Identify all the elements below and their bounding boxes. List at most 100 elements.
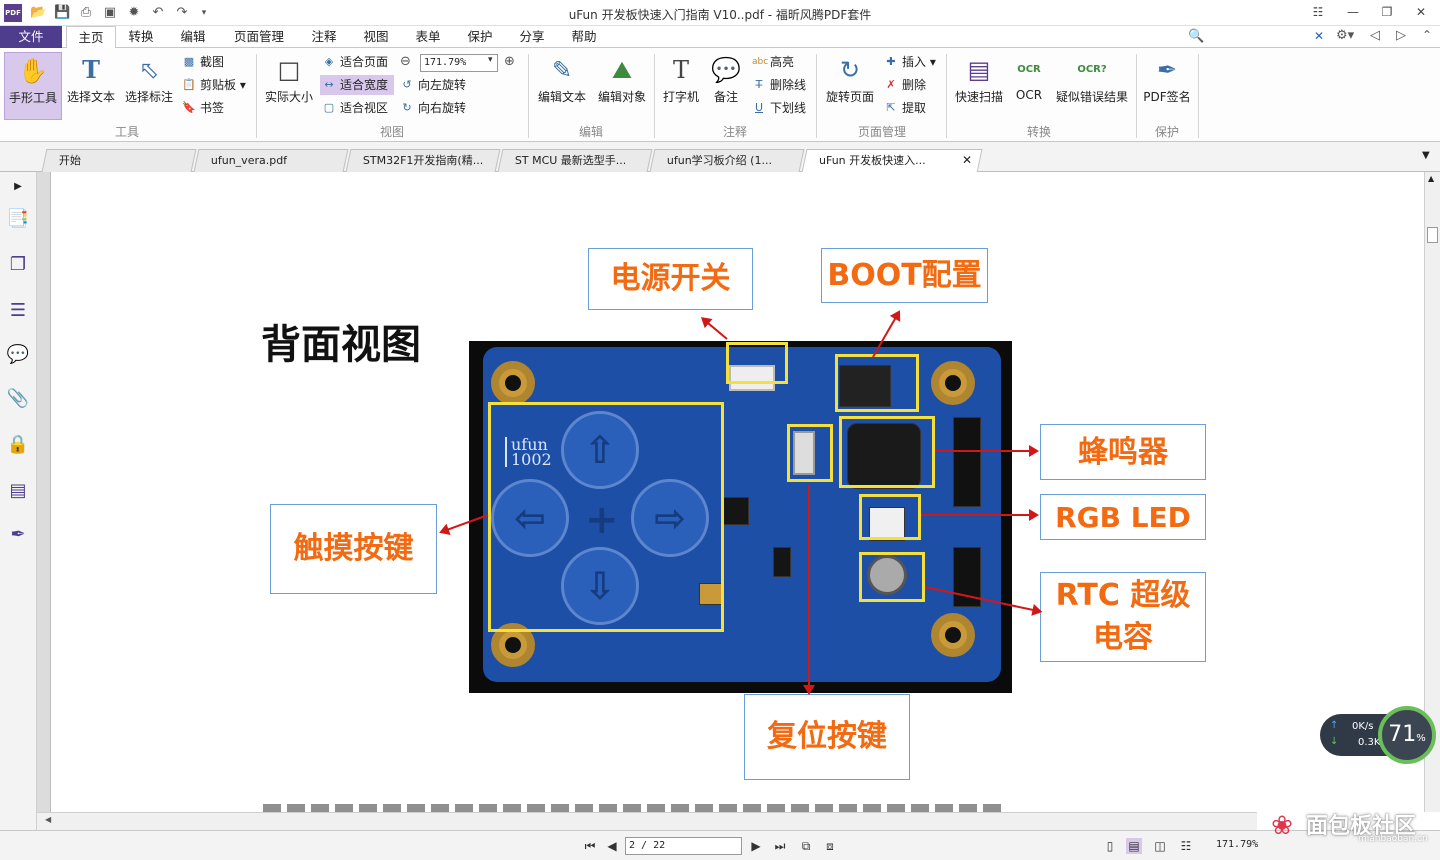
menu-share[interactable]: 分享	[510, 26, 554, 48]
menu-form[interactable]: 表单	[406, 26, 450, 48]
menu-comment[interactable]: 注释	[302, 26, 346, 48]
tab-list-dropdown-icon[interactable]: ▼	[1422, 150, 1430, 161]
quick-scan-button[interactable]: ▤ 快速扫描	[950, 55, 1008, 123]
note-button[interactable]: 💬 备注	[704, 55, 748, 123]
zoom-in-icon[interactable]: ⊕	[504, 54, 515, 69]
tab-ufun-vera[interactable]: ufun_vera.pdf	[193, 149, 349, 172]
scroll-thumb[interactable]	[1427, 227, 1438, 243]
edit-object-button[interactable]: ⛰ 编辑对象	[594, 55, 650, 123]
edit-text-button[interactable]: ✎ 编辑文本	[534, 55, 590, 123]
single-page-icon[interactable]: ▯	[1102, 838, 1118, 854]
tab-ufun-quickstart[interactable]: uFun 开发板快速入...	[801, 149, 983, 173]
bookmarks-panel-icon[interactable]: 📑	[5, 206, 31, 232]
tab-stm32f1-guide[interactable]: STM32F1开发指南(精...	[345, 149, 501, 172]
tab-close-icon[interactable]: ✕	[962, 153, 972, 167]
network-monitor-widget[interactable]: ↑ 0K/s ↓ 0.3K/s 71%	[1320, 706, 1440, 764]
extract-button[interactable]: ⇱ 提取	[882, 98, 926, 118]
search-prev-icon[interactable]: ◁	[1370, 28, 1380, 43]
prev-view-icon[interactable]: ⧉	[798, 838, 814, 854]
strikeout-button[interactable]: T̶ 删除线	[750, 75, 806, 95]
first-page-icon[interactable]: ⏮	[582, 838, 598, 854]
content-panel-icon[interactable]: ▤	[5, 478, 31, 504]
bookmark-button[interactable]: 🔖 书签	[180, 98, 224, 118]
typewriter-button[interactable]: T 打字机	[658, 55, 704, 123]
snapshot-label: 截图	[200, 55, 225, 69]
menu-help[interactable]: 帮助	[562, 26, 606, 48]
select-text-button[interactable]: T 选择文本	[64, 55, 118, 123]
ic-chip	[773, 547, 791, 577]
actual-size-button[interactable]: □ 实际大小	[262, 55, 316, 123]
expand-panel-icon[interactable]: ▶	[5, 174, 31, 200]
attachments-panel-icon[interactable]: 📎	[5, 386, 31, 412]
select-annotation-button[interactable]: ⬁ 选择标注	[122, 55, 176, 123]
group-label-tools: 工具	[114, 125, 139, 139]
restore-icon[interactable]: ❐	[1374, 3, 1400, 21]
tab-label: 开始	[58, 154, 81, 167]
fit-visible-label: 适合视区	[340, 101, 389, 115]
menu-convert[interactable]: 转换	[118, 26, 164, 48]
page-number-input[interactable]: 2 / 22	[625, 837, 742, 855]
zoom-out-icon[interactable]: ⊖	[400, 54, 411, 69]
search-next-icon[interactable]: ▷	[1396, 28, 1406, 43]
next-view-icon[interactable]: ⧈	[822, 838, 838, 854]
tab-start[interactable]: 开始	[41, 149, 197, 172]
mount-hole	[491, 361, 535, 405]
panel-splitter[interactable]	[37, 172, 51, 830]
underline-button[interactable]: U 下划线	[750, 98, 806, 118]
tab-label: ufun学习板介绍 (1...	[666, 154, 772, 167]
fit-width-button[interactable]: ↔ 适合宽度	[320, 75, 394, 95]
settings-gear-icon[interactable]: ⚙▾	[1336, 28, 1354, 43]
callout-power-switch: 电源开关	[588, 248, 753, 310]
fit-page-button[interactable]: ◈ 适合页面	[320, 52, 388, 72]
security-lock-icon[interactable]: 🔒	[5, 432, 31, 458]
horizontal-scrollbar[interactable]: ◀	[37, 812, 1257, 830]
tab-st-mcu-selection[interactable]: ST MCU 最新选型手...	[497, 149, 653, 172]
pages-panel-icon[interactable]: ❐	[5, 252, 31, 278]
rotate-right-button[interactable]: ↻ 向右旋转	[398, 98, 466, 118]
menu-home[interactable]: 主页	[66, 26, 116, 49]
rotate-left-button[interactable]: ↺ 向左旋转	[398, 75, 466, 95]
pen-sign-icon: ✒	[1156, 56, 1178, 84]
ribbon-toggle-icon[interactable]: ☷	[1305, 3, 1331, 21]
fit-visible-icon: ▢	[323, 101, 335, 114]
facing-pages-icon[interactable]: ◫	[1152, 838, 1168, 854]
snapshot-button[interactable]: ▩ 截图	[180, 52, 224, 72]
pdf-sign-button[interactable]: ✒ PDF签名	[1140, 55, 1194, 123]
prev-page-icon[interactable]: ◀	[604, 838, 620, 854]
clipboard-button[interactable]: 📋 剪贴板 ▾	[180, 75, 246, 95]
tab-ufun-intro[interactable]: ufun学习板介绍 (1...	[649, 149, 805, 172]
collapse-ribbon-icon[interactable]: ⌃	[1422, 28, 1432, 42]
signature-panel-icon[interactable]: ✒	[5, 522, 31, 548]
menu-view[interactable]: 视图	[354, 26, 398, 48]
scroll-up-icon[interactable]: ▲	[1428, 174, 1434, 183]
search-icon[interactable]: 🔍	[1188, 29, 1204, 44]
delete-button[interactable]: ✗ 删除	[882, 75, 926, 95]
fit-visible-button[interactable]: ▢ 适合视区	[320, 98, 388, 118]
last-page-icon[interactable]: ⏭	[772, 838, 788, 854]
comments-panel-icon[interactable]: 💬	[5, 342, 31, 368]
menu-page-manage[interactable]: 页面管理	[226, 26, 292, 48]
continuous-page-icon[interactable]: ▤	[1126, 838, 1142, 854]
rotate-page-button[interactable]: ↻ 旋转页面	[822, 55, 878, 123]
insert-button[interactable]: ✚ 插入 ▾	[882, 52, 935, 72]
highlight-button[interactable]: abc 高亮	[750, 52, 794, 72]
edit-text-label: 编辑文本	[537, 90, 586, 104]
minimize-icon[interactable]: —	[1340, 3, 1366, 21]
actual-size-label: 实际大小	[264, 90, 313, 104]
rotate-right-label: 向右旋转	[418, 101, 467, 115]
zoom-input[interactable]: 171.79%	[420, 54, 498, 72]
search-clear-icon[interactable]: ✕	[1314, 29, 1324, 43]
scroll-left-icon[interactable]: ◀	[45, 815, 51, 824]
zoom-dropdown-icon[interactable]: ▾	[488, 55, 493, 65]
hand-tool-button[interactable]: ✋ 手形工具	[4, 52, 62, 120]
next-page-icon[interactable]: ▶	[748, 838, 764, 854]
highlight-touch-keys	[488, 402, 724, 632]
menu-protect[interactable]: 保护	[458, 26, 502, 48]
close-icon[interactable]: ✕	[1408, 3, 1434, 21]
menu-file[interactable]: 文件	[0, 26, 62, 48]
layers-panel-icon[interactable]: ☰	[5, 298, 31, 324]
menu-edit[interactable]: 编辑	[170, 26, 216, 48]
ocr-button[interactable]: OCR OCR	[1010, 55, 1048, 123]
continuous-facing-icon[interactable]: ☷	[1178, 838, 1194, 854]
suspect-results-button[interactable]: OCR? 疑似错误结果	[1052, 55, 1132, 123]
